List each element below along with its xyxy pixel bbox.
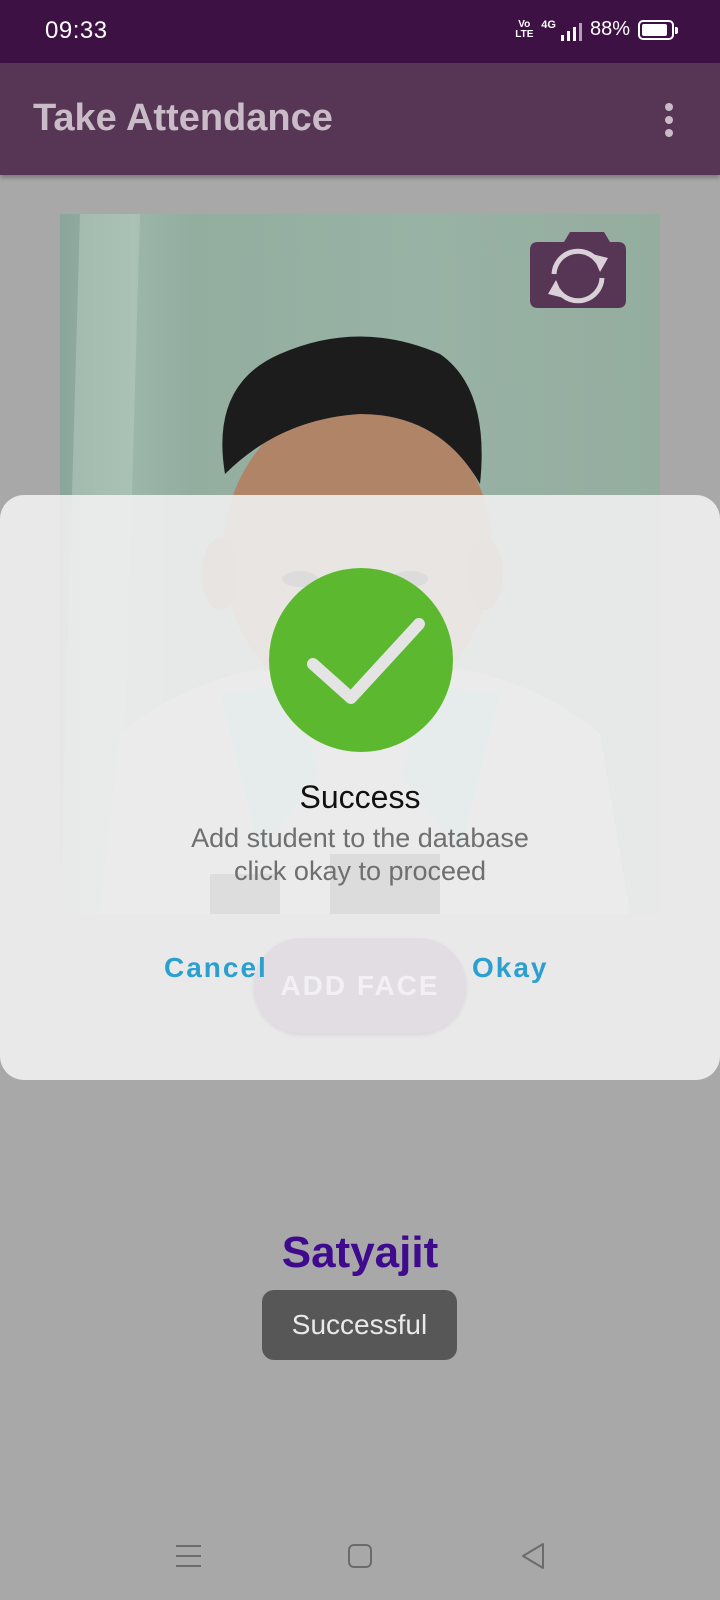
app-bar: Take Attendance (0, 63, 720, 175)
add-face-button[interactable]: ADD FACE (254, 938, 466, 1033)
navigation-bar (0, 1520, 720, 1600)
dialog-message-line1: Add student to the database (191, 823, 529, 853)
success-check-icon (269, 568, 453, 752)
back-icon[interactable] (520, 1542, 546, 1570)
battery-icon (638, 19, 678, 40)
dialog-message-line2: click okay to proceed (233, 856, 487, 886)
okay-button[interactable]: Okay (472, 952, 549, 984)
page-title: Take Attendance (33, 97, 333, 139)
network-type: 4G (541, 18, 556, 31)
dialog-title: Success (299, 779, 421, 815)
battery-percent: 88% (589, 18, 630, 40)
signal-icon: 4G (541, 19, 582, 41)
status-icons: Vo LTE 4G 88% (515, 18, 678, 41)
recents-icon[interactable] (176, 1545, 201, 1567)
switch-camera-icon[interactable] (530, 228, 626, 310)
volte-icon: Vo LTE (515, 18, 534, 40)
more-vert-icon[interactable] (662, 103, 676, 137)
home-icon[interactable] (348, 1544, 372, 1568)
cancel-button[interactable]: Cancel (164, 952, 268, 984)
status-time: 09:33 (45, 17, 108, 44)
student-name: Satyajit (281, 1228, 439, 1277)
status-bar: 09:33 Vo LTE 4G 88% (0, 0, 720, 63)
toast-message: Successful (262, 1290, 457, 1360)
dialog-message: Add student to the database click okay t… (0, 822, 720, 888)
